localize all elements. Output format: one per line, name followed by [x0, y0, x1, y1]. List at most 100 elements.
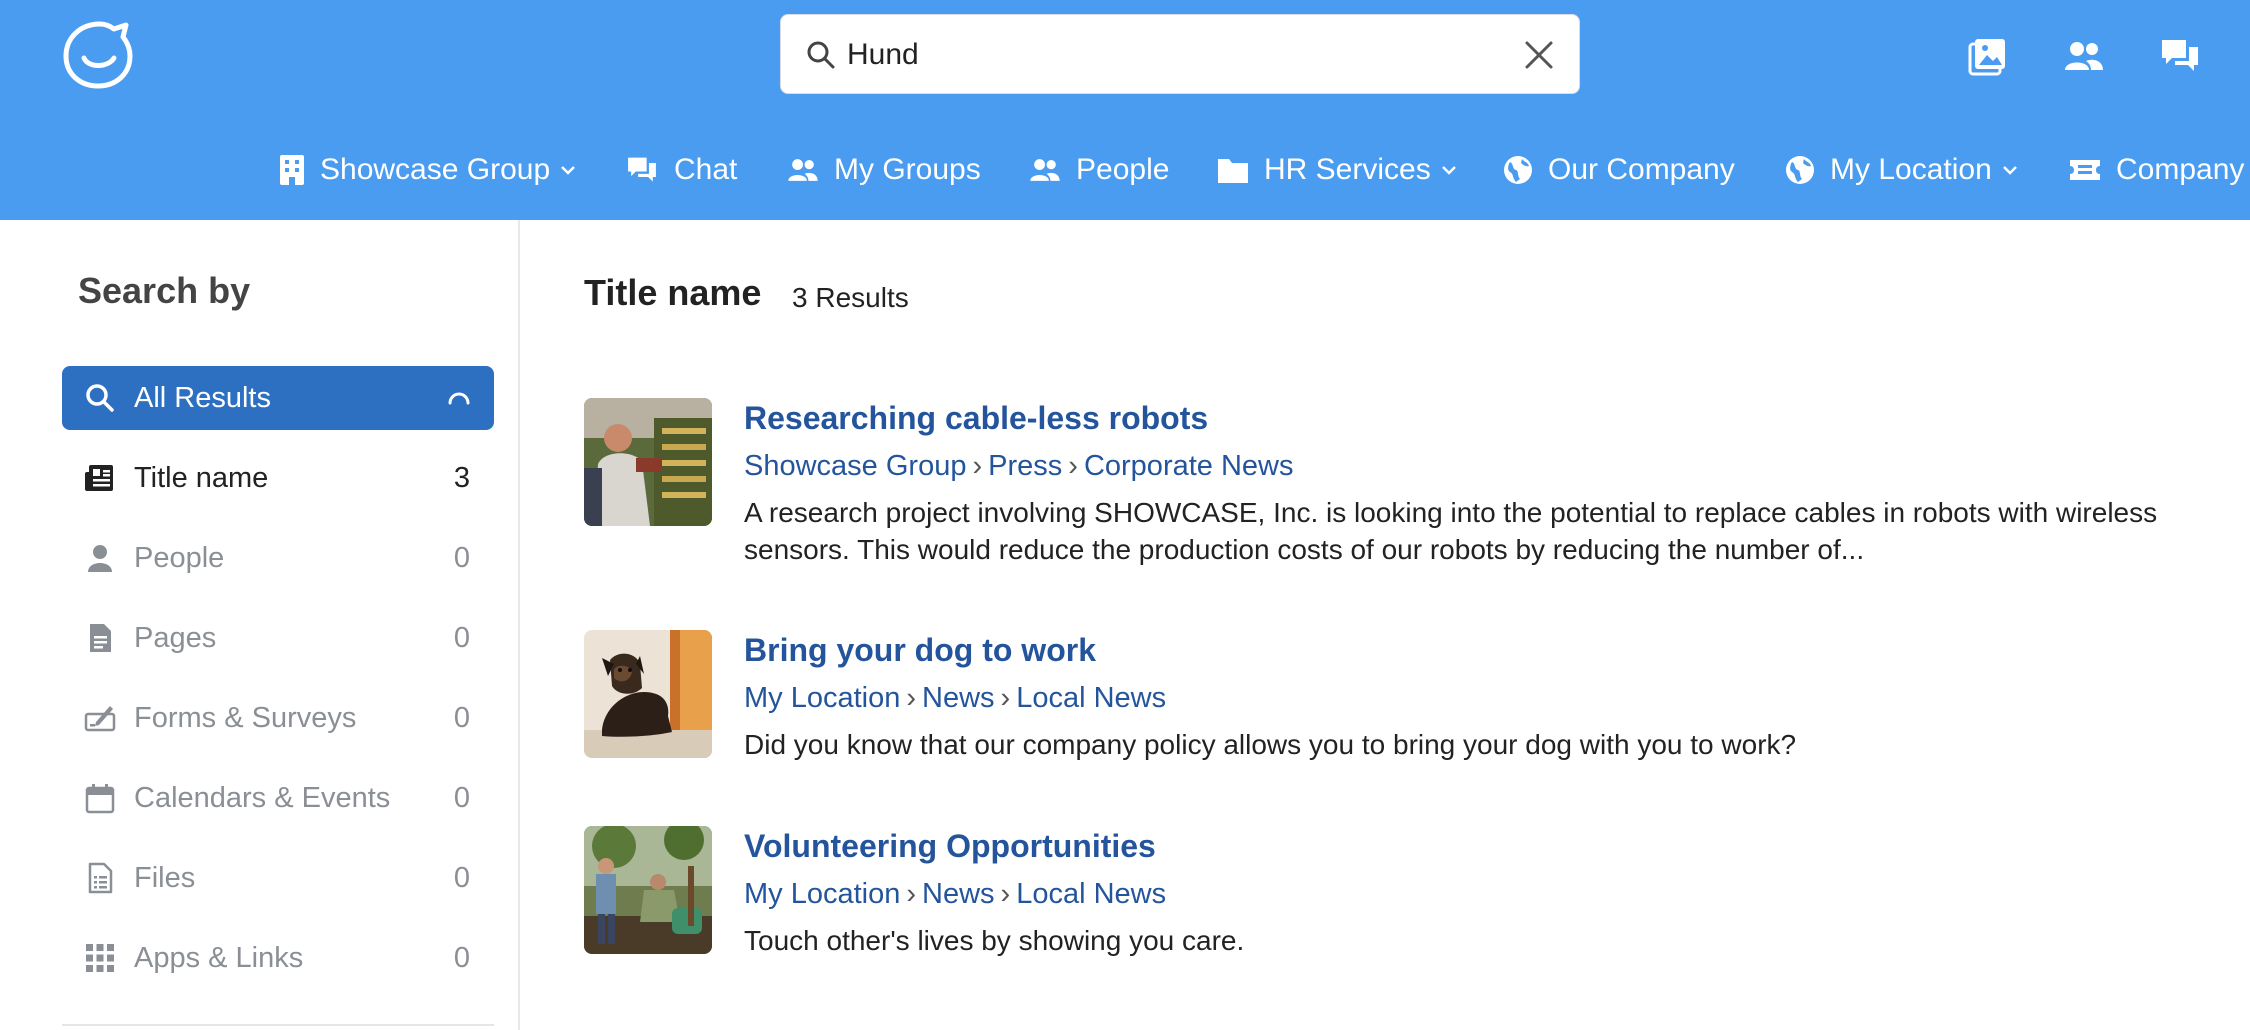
breadcrumb-link[interactable]: My Location	[744, 878, 900, 910]
file-icon	[88, 862, 113, 894]
filter-files[interactable]: Files 0	[62, 846, 494, 910]
search-input[interactable]	[847, 29, 1487, 81]
search-results: Title name 3 Results Researching cable-l…	[522, 220, 2250, 1030]
image-gallery-icon[interactable]	[1966, 34, 2010, 78]
filter-all-results[interactable]: All Results	[62, 366, 494, 430]
breadcrumb-link[interactable]: My Location	[744, 682, 900, 714]
filter-label: Title name	[134, 462, 269, 494]
result-thumbnail-image[interactable]	[584, 826, 712, 954]
nav-label: Our Company	[1548, 153, 1735, 186]
nav-item-chat[interactable]: Chat	[624, 135, 737, 205]
nav-item-showcase-group[interactable]: Showcase Group	[278, 135, 576, 205]
divider	[62, 1024, 494, 1026]
chevron-down-icon	[561, 166, 576, 175]
nav-label: Showcase Group	[320, 153, 551, 186]
results-heading: Title name	[584, 272, 762, 313]
nav-item-people[interactable]: People	[1028, 135, 1169, 205]
breadcrumb-link[interactable]: Press	[988, 450, 1062, 482]
breadcrumb-separator: ›	[1000, 682, 1011, 714]
breadcrumb-separator: ›	[906, 682, 917, 714]
search-sidebar: Search by All Results Title name 3 Peopl…	[0, 220, 520, 1030]
chevron-down-icon	[1441, 166, 1456, 175]
breadcrumb-link[interactable]: Corporate News	[1084, 450, 1294, 482]
nav-item-my-groups[interactable]: My Groups	[786, 135, 981, 205]
close-icon[interactable]	[1521, 37, 1557, 73]
chat-icon[interactable]	[2158, 34, 2202, 78]
filter-pages[interactable]: Pages 0	[62, 606, 494, 670]
globe-icon	[1786, 156, 1814, 184]
chat-icon	[628, 157, 656, 182]
filter-calendars-events[interactable]: Calendars & Events 0	[62, 766, 494, 830]
nav-item-company[interactable]: Company	[2068, 135, 2244, 205]
filter-label: Files	[134, 862, 196, 894]
result-title-link[interactable]: Volunteering Opportunities	[744, 828, 1156, 865]
breadcrumb-separator: ›	[906, 878, 917, 910]
result-description: A research project involving SHOWCASE, I…	[744, 497, 2158, 565]
breadcrumb-link[interactable]: News	[922, 878, 995, 910]
nav-label: HR Services	[1264, 153, 1431, 186]
nav-label: Chat	[674, 153, 738, 186]
result-title-link[interactable]: Bring your dog to work	[744, 632, 1096, 669]
logo-icon[interactable]	[60, 18, 140, 90]
newspaper-icon	[85, 465, 113, 491]
sidebar-title: Search by	[78, 270, 251, 311]
filter-people[interactable]: People 0	[62, 526, 494, 590]
breadcrumb-link[interactable]: Local News	[1016, 682, 1166, 714]
results-count: 3 Results	[792, 282, 909, 313]
page-icon	[90, 624, 111, 652]
nav-label: People	[1076, 153, 1170, 186]
result-thumbnail-image[interactable]	[584, 630, 712, 758]
loading-spinner-icon	[448, 392, 470, 405]
filter-label: People	[134, 542, 225, 574]
result-description: Did you know that our company policy all…	[744, 729, 1797, 760]
result-breadcrumb: My Location › News › Local News	[744, 682, 1166, 715]
nav-item-hr-services[interactable]: HR Services	[1216, 135, 1457, 205]
nav-item-our-company[interactable]: Our Company	[1502, 135, 1735, 205]
calendar-icon	[85, 784, 115, 814]
filter-count: 0	[453, 622, 470, 654]
person-icon	[88, 545, 112, 572]
result-title-link[interactable]: Researching cable-less robots	[744, 400, 1208, 437]
filter-label: Apps & Links	[134, 942, 304, 974]
result-description: Touch other's lives by showing you care.	[744, 925, 1245, 956]
top-bar: Showcase Group Chat My Groups People	[0, 0, 2250, 220]
breadcrumb-separator: ›	[1068, 450, 1078, 482]
users-icon	[1030, 159, 1060, 181]
breadcrumb-link[interactable]: Local News	[1016, 878, 1166, 910]
grid-icon	[86, 944, 114, 972]
form-icon	[84, 706, 116, 732]
filter-count: 0	[453, 862, 470, 894]
result-breadcrumb: Showcase Group › Press › Corporate News	[744, 450, 1293, 483]
filter-label: Calendars & Events	[134, 782, 391, 814]
users-icon	[788, 159, 818, 181]
filter-title-name[interactable]: Title name 3	[62, 446, 494, 510]
filter-count: 0	[453, 782, 470, 814]
filter-count: 0	[453, 702, 470, 734]
main-nav: Showcase Group Chat My Groups People HR …	[0, 135, 2250, 205]
result-breadcrumb: My Location › News › Local News	[744, 878, 1166, 911]
globe-icon	[1504, 156, 1532, 184]
filter-count: 0	[453, 542, 470, 574]
nav-label: My Groups	[834, 153, 981, 186]
search-icon	[807, 41, 835, 69]
breadcrumb-link[interactable]: News	[922, 682, 995, 714]
folder-icon	[1218, 159, 1248, 183]
filter-label: All Results	[134, 382, 271, 414]
nav-label: My Location	[1830, 153, 1992, 186]
users-icon[interactable]	[2062, 34, 2106, 78]
nav-item-my-location[interactable]: My Location	[1784, 135, 2018, 205]
chevron-down-icon	[2002, 166, 2017, 175]
filter-apps-links[interactable]: Apps & Links 0	[62, 926, 494, 990]
breadcrumb-link[interactable]: Showcase Group	[744, 450, 966, 482]
search-icon	[86, 384, 114, 412]
building-icon	[280, 155, 304, 185]
breadcrumb-separator: ›	[972, 450, 983, 482]
filter-forms-surveys[interactable]: Forms & Surveys 0	[62, 686, 494, 750]
filter-label: Pages	[134, 622, 217, 654]
filter-label: Forms & Surveys	[134, 702, 357, 734]
filter-count: 3	[453, 462, 470, 494]
result-thumbnail-image[interactable]	[584, 398, 712, 526]
ticket-icon	[2070, 160, 2100, 180]
search-box	[780, 14, 1580, 94]
nav-label: Company	[2116, 153, 2245, 186]
